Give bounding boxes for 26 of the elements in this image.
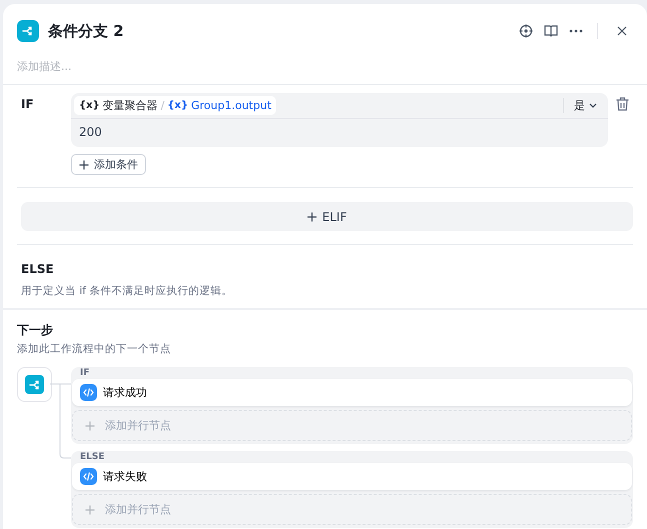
add-condition-button[interactable]: 添加条件 <box>71 154 146 175</box>
node-card[interactable]: 请求失败 <box>72 463 632 490</box>
operator-dropdown[interactable]: 是 <box>563 98 605 113</box>
branch-icon <box>25 375 44 394</box>
plus-icon <box>79 160 89 170</box>
case-label: IF <box>21 96 35 113</box>
elif-button[interactable]: ELIF <box>21 202 633 231</box>
code-icon <box>80 384 97 401</box>
else-label: ELSE <box>21 262 55 276</box>
next-step-title: 下一步 <box>17 322 54 339</box>
plus-icon <box>307 212 318 222</box>
plus-icon <box>85 504 95 514</box>
else-description: 用于定义当 if 条件不满足时应执行的逻辑。 <box>21 284 234 298</box>
node-card[interactable]: 请求成功 <box>72 379 632 406</box>
trash-icon[interactable] <box>616 97 629 111</box>
plus-icon <box>85 420 95 430</box>
value-field[interactable]: 200 <box>71 119 608 147</box>
next-step-description: 添加此工作流程中的下一个节点 <box>17 342 172 356</box>
chevron-icon <box>589 103 597 108</box>
variable-chip[interactable]: {x} 变量聚合器 / {x} Group1.output <box>74 96 276 115</box>
source-node[interactable] <box>17 367 52 402</box>
code-icon <box>80 468 97 485</box>
branch-node-icon <box>17 20 39 42</box>
node-title: 条件分支 2 <box>48 22 125 40</box>
branch-label: ELSE <box>79 452 106 462</box>
branch-label: IF <box>79 368 90 378</box>
